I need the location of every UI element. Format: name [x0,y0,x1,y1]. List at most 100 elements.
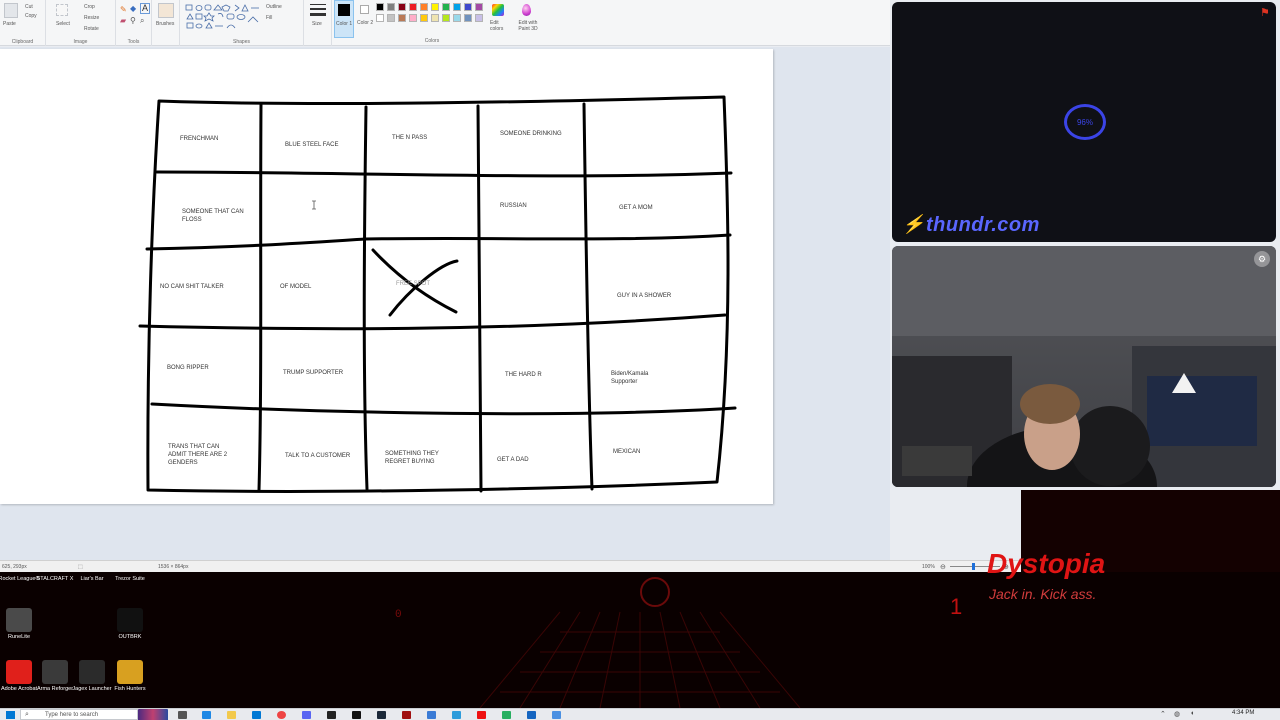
paint-ribbon: Paste Cut Copy Clipboard Select Crop Res… [0,0,890,46]
paste-button[interactable]: Paste [3,21,16,27]
desktop-icon[interactable]: OUTBRK [109,608,151,641]
size-button[interactable]: Size [312,21,322,27]
desktop-icon[interactable]: STALCRAFT X [34,576,76,583]
color-picker-icon[interactable]: ⚲ [130,16,136,25]
shield-icon[interactable] [527,711,536,719]
paste-icon[interactable] [4,3,18,18]
taskbar-search-box[interactable]: ⌕ Type here to search [20,709,138,720]
desktop-app-icon [117,608,143,632]
taskbar-clock[interactable]: 4:34 PM [1232,710,1254,716]
palette-swatch[interactable] [464,14,472,22]
network-icon[interactable]: ◍ [1174,710,1180,718]
desktop-icon[interactable]: RuneLite [0,608,40,641]
copy-button[interactable]: Copy [25,13,37,19]
palette-swatch[interactable] [387,3,395,11]
outline-dropdown[interactable]: Outline [266,4,282,10]
edge-icon[interactable] [202,711,211,719]
palette-swatch[interactable] [453,3,461,11]
search-icon: ⌕ [25,711,29,718]
palette-swatch[interactable] [464,3,472,11]
palette-swatch[interactable] [442,3,450,11]
palette-swatch[interactable] [376,3,384,11]
palette-swatch[interactable] [376,14,384,22]
palette-swatch[interactable] [409,3,417,11]
windows-start-icon[interactable] [6,711,15,719]
pencil-icon[interactable]: ✎ [120,5,127,14]
drawing-canvas[interactable]: FRENCHMAN BLUE STEEL FACE THE N PASS SOM… [0,49,773,504]
bingo-cell-r5c1: TRANS THAT CAN ADMIT THERE ARE 2 GENDERS [168,444,228,467]
game-launcher-icon[interactable] [402,711,411,719]
palette-swatch[interactable] [398,14,406,22]
size-icon[interactable] [310,13,326,16]
calculator-icon[interactable] [452,711,461,719]
select-button[interactable]: Select [56,21,70,27]
webcam-settings-icon[interactable]: ⚙ [1254,251,1270,267]
text-icon[interactable]: A [140,3,151,14]
volume-icon[interactable]: ◖ [1190,710,1194,717]
store-icon[interactable] [252,711,261,719]
magnifier-icon[interactable]: ⌕ [140,16,144,26]
palette-swatch[interactable] [431,3,439,11]
report-flag-icon[interactable]: ⚑ [1260,8,1270,19]
select-icon[interactable] [56,4,68,16]
shapes-gallery-icon[interactable] [185,4,263,32]
edit-colors-label: Edit colors [490,20,504,32]
desktop-icon-label: RuneLite [7,634,31,640]
palette-swatch[interactable] [387,14,395,22]
app-green-icon[interactable] [502,711,511,719]
edit-paint3d-button[interactable]: Edit with Paint 3D [512,0,542,38]
paint-icon[interactable] [552,711,561,719]
clipboard-group: Paste Cut Copy Clipboard [0,0,46,46]
brushes-icon[interactable] [158,3,174,18]
svg-text:1: 1 [950,594,962,619]
palette-swatch[interactable] [453,14,461,22]
rotate-button[interactable]: Rotate [84,26,99,32]
resize-button[interactable]: Resize [84,15,99,21]
palette-swatch[interactable] [420,14,428,22]
obs-icon[interactable] [327,711,336,719]
eraser-icon[interactable]: ▰ [120,16,126,25]
bingo-grid-drawing [138,95,737,493]
palette-swatch[interactable] [409,14,417,22]
palette-swatch[interactable] [475,3,483,11]
dystopia-title: Dystopia [987,548,1106,579]
palette-swatch[interactable] [398,3,406,11]
steam-icon[interactable] [377,711,386,719]
app-icon[interactable] [427,711,436,719]
palette-swatch[interactable] [475,14,483,22]
palette-swatch[interactable] [431,14,439,22]
zoom-slider-thumb[interactable] [972,563,975,570]
color2-label: Color 2 [357,20,374,26]
brushes-group: Brushes [152,0,180,46]
bingo-cell-r4c5: Biden/Kamala Supporter [611,371,649,386]
fill-dropdown[interactable]: Fill [266,15,272,21]
desktop-icon[interactable]: Arma Reforger [34,660,76,693]
palette-swatch[interactable] [442,14,450,22]
color2-selector[interactable]: Color 2 [356,0,374,38]
desktop-icon[interactable]: Jagex Launcher [71,660,113,693]
brushes-button[interactable]: Brushes [156,21,174,27]
chrome-icon[interactable] [277,711,286,719]
palette-swatch[interactable] [420,3,428,11]
edit-colors-button[interactable]: Edit colors [488,0,508,38]
desktop-icon-label: STALCRAFT X [36,576,74,582]
paint-statusbar: 625, 293px ⬚ 1536 × 864px 100% ⊖ ⊕ [0,560,1020,572]
search-highlight-icon[interactable] [138,709,168,720]
desktop-icon-label: Trezor Suite [115,576,145,582]
acrobat-taskbar-icon[interactable] [477,711,486,719]
task-view-icon[interactable] [178,711,187,719]
crop-button[interactable]: Crop [84,4,95,10]
bingo-cell-r4c2: TRUMP SUPPORTER [283,370,344,376]
fill-icon[interactable]: ◆ [130,4,136,13]
file-explorer-icon[interactable] [227,711,236,719]
size-group: Size [304,0,332,46]
discord-icon[interactable] [302,711,311,719]
desktop-icon[interactable]: Fish Hunters [109,660,151,693]
zoom-out-button[interactable]: ⊖ [940,563,946,571]
desktop-icon[interactable]: Liar's Bar [71,576,113,583]
epic-games-icon[interactable] [352,711,361,719]
tray-chevron-icon[interactable]: ⌃ [1160,710,1166,718]
cut-button[interactable]: Cut [25,4,33,10]
desktop-icon[interactable]: Trezor Suite [109,576,151,583]
color1-selector[interactable]: Color 1 [334,0,354,38]
